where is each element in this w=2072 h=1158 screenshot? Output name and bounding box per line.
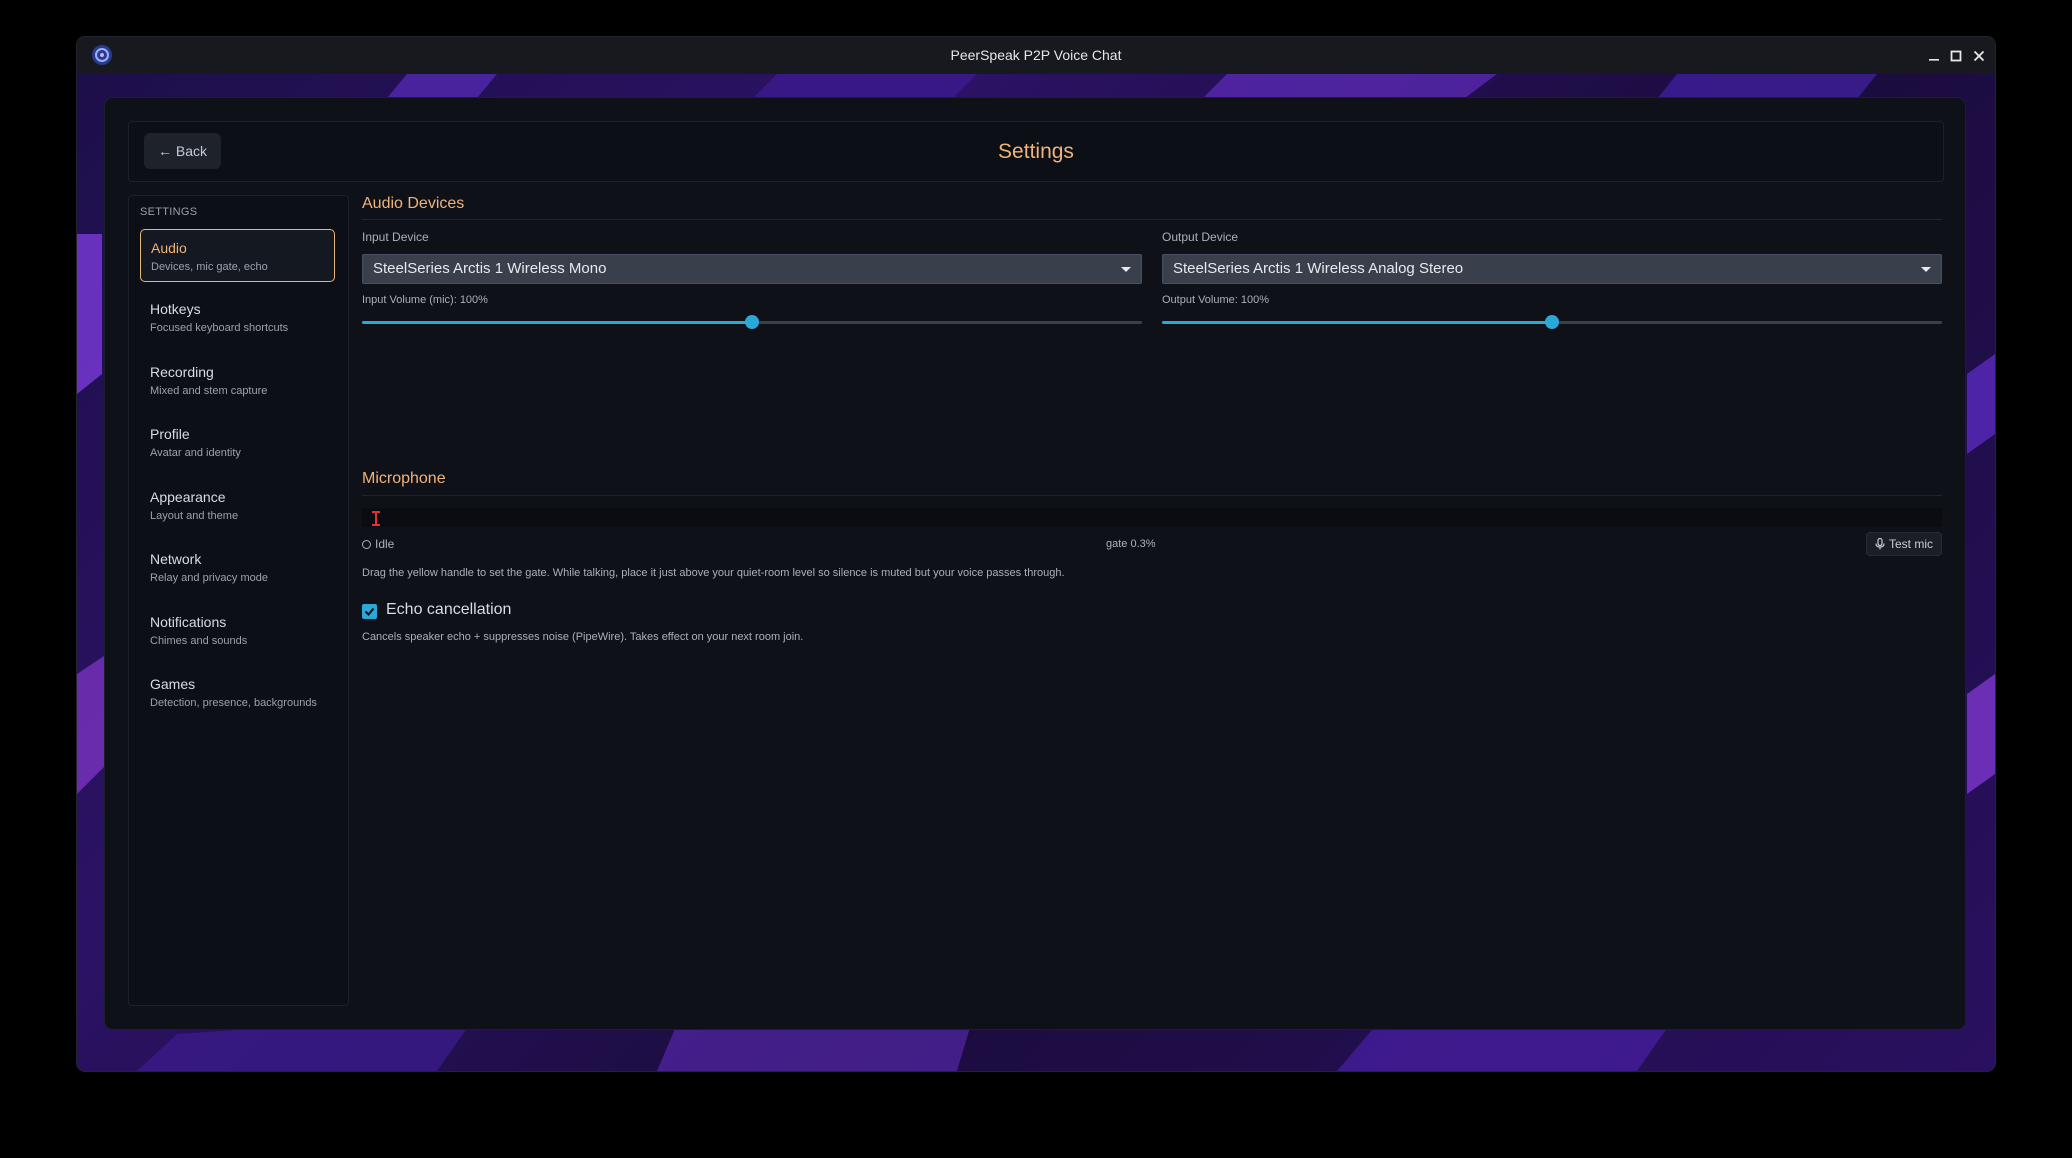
gate-value: gate 0.3% [1106,538,1156,550]
settings-sidebar: SETTINGS Audio Devices, mic gate, echo H… [128,195,349,1006]
echo-cancellation-label: Echo cancellation [386,601,512,618]
section-divider [362,495,1942,496]
sidebar-item-notifications[interactable]: Notifications Chimes and sounds [140,604,335,657]
sidebar-item-audio[interactable]: Audio Devices, mic gate, echo [140,229,335,282]
sidebar-item-label: Profile [150,426,190,442]
sidebar-item-sub: Devices, mic gate, echo [151,261,268,273]
mic-level-meter[interactable] [362,508,1942,527]
sidebar-item-recording[interactable]: Recording Mixed and stem capture [140,354,335,407]
echo-help-text: Cancels speaker echo + suppresses noise … [362,631,804,643]
chevron-down-icon [1921,267,1931,272]
checkmark-icon [364,607,375,616]
section-title-audio-devices: Audio Devices [362,195,465,212]
mic-status: Idle [362,537,394,551]
settings-panel: ← Back Settings SETTINGS Audio Devices, … [105,98,1965,1029]
title-bar[interactable]: PeerSpeak P2P Voice Chat [77,37,1995,74]
sidebar-item-label: Recording [150,364,214,380]
mic-status-text: Idle [375,537,395,551]
output-device-label: Output Device [1162,230,1239,244]
gate-help-text: Drag the yellow handle to set the gate. … [362,567,1065,579]
sidebar-item-label: Appearance [150,489,226,505]
slider-fill [1162,321,1552,324]
sidebar-item-network[interactable]: Network Relay and privacy mode [140,541,335,594]
test-mic-button[interactable]: Test mic [1865,532,1942,556]
slider-thumb[interactable] [745,315,759,329]
output-volume-slider[interactable] [1162,312,1942,332]
window-title: PeerSpeak P2P Voice Chat [950,47,1122,63]
gate-handle-icon[interactable] [372,511,381,526]
chevron-down-icon [1121,267,1131,272]
sidebar-item-sub: Relay and privacy mode [150,572,269,584]
sidebar-item-sub: Focused keyboard shortcuts [150,322,289,334]
settings-content: Audio Devices Input Device SteelSeries A… [362,195,1942,1004]
sidebar-item-profile[interactable]: Profile Avatar and identity [140,416,335,469]
section-divider [362,219,1942,220]
sidebar-item-label: Hotkeys [150,301,201,317]
sidebar-item-label: Notifications [150,614,227,630]
close-icon[interactable] [1966,43,1992,69]
sidebar-item-label: Network [150,551,202,567]
sidebar-item-sub: Mixed and stem capture [150,385,268,397]
sidebar-item-sub: Chimes and sounds [150,635,248,647]
echo-cancellation-checkbox[interactable] [362,604,377,619]
page-title: Settings [998,140,1074,163]
sidebar-item-label: Audio [151,240,187,256]
status-circle-icon [362,539,371,549]
app-window: PeerSpeak P2P Voice Chat ← Back Settings… [77,37,1995,1071]
sidebar-item-appearance[interactable]: Appearance Layout and theme [140,479,335,532]
input-device-label: Input Device [362,230,429,244]
output-device-select[interactable]: SteelSeries Arctis 1 Wireless Analog Ste… [1162,254,1942,284]
section-title-microphone: Microphone [362,470,446,487]
output-device-value: SteelSeries Arctis 1 Wireless Analog Ste… [1173,260,1464,277]
sidebar-item-sub: Avatar and identity [150,447,241,459]
input-volume-label: Input Volume (mic): 100% [362,294,488,306]
slider-thumb[interactable] [1545,315,1559,329]
sidebar-item-sub: Layout and theme [150,510,239,522]
sidebar-item-label: Games [150,676,196,692]
output-volume-label: Output Volume: 100% [1162,294,1270,306]
sidebar-heading: SETTINGS [140,206,198,218]
input-device-select[interactable]: SteelSeries Arctis 1 Wireless Mono [362,254,1142,284]
sidebar-item-games[interactable]: Games Detection, presence, backgrounds [140,666,335,719]
input-volume-slider[interactable] [362,312,1142,332]
input-device-value: SteelSeries Arctis 1 Wireless Mono [373,260,607,277]
slider-fill [362,321,752,324]
microphone-icon [1875,538,1885,550]
settings-header: ← Back Settings [128,121,1944,182]
sidebar-item-hotkeys[interactable]: Hotkeys Focused keyboard shortcuts [140,291,335,344]
sidebar-item-sub: Detection, presence, backgrounds [150,697,317,709]
test-mic-label: Test mic [1888,537,1933,551]
